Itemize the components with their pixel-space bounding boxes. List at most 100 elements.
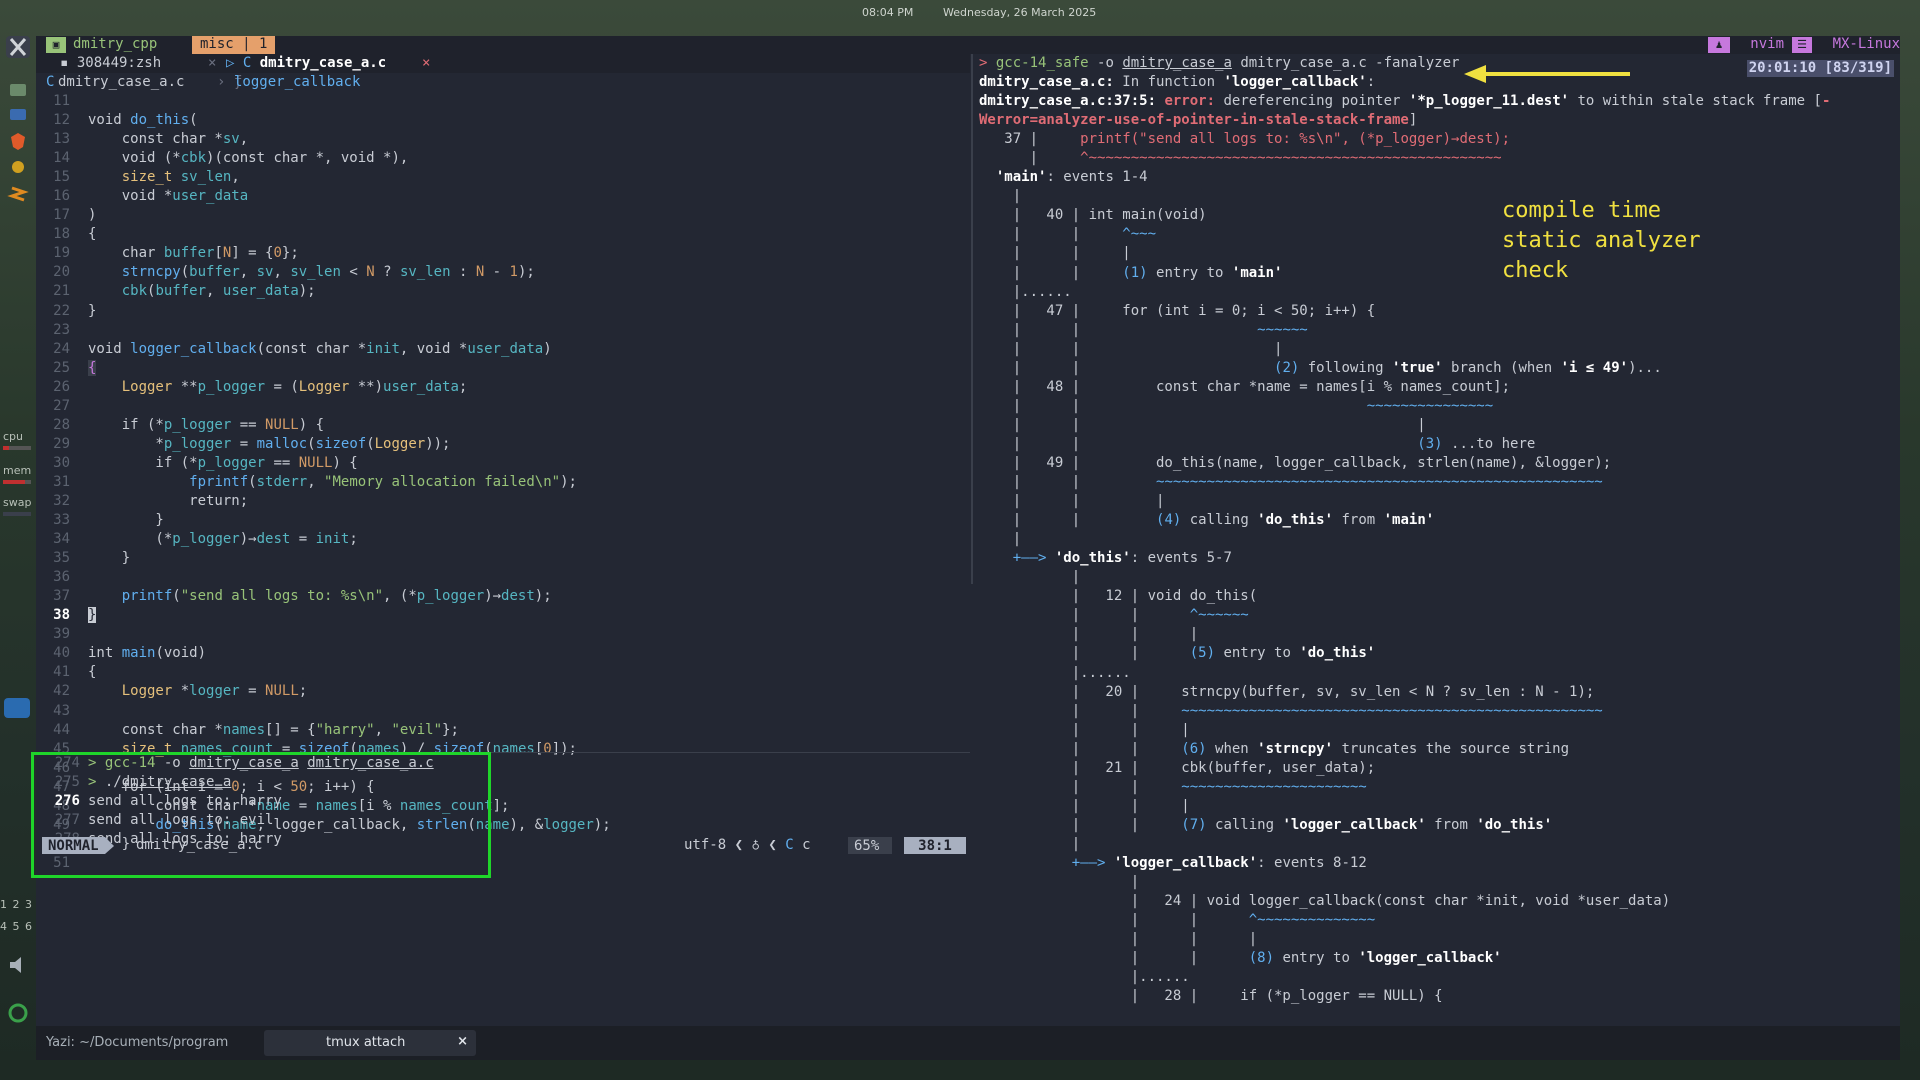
settings-icon[interactable] — [6, 156, 30, 178]
cpu-label: cpu — [3, 430, 24, 443]
line-number: 11 — [53, 93, 70, 109]
tmux-right-app: nvim — [1750, 36, 1784, 52]
line-number: 32 — [53, 492, 70, 509]
analyzer-pane[interactable]: compile time static analyzer check > gcc… — [979, 54, 1900, 1059]
line-number: 21 — [53, 283, 70, 300]
tab-zsh[interactable]: ▪ 308449:zsh — [60, 55, 161, 71]
line-number: 41 — [53, 664, 70, 681]
code-line[interactable]: 30 if (*p_logger == NULL) { — [36, 454, 970, 473]
code-line[interactable]: 37 printf("send all logs to: %s\n", (*p_… — [36, 587, 970, 606]
analyzer-line: | | ^~~~ — [979, 226, 1157, 243]
code-line[interactable]: 14 void (*cbk)(const char *, void *), — [36, 149, 970, 168]
folder-icon[interactable] — [6, 78, 30, 100]
code-text: void do_this( — [88, 112, 198, 129]
code-text: if (*p_logger == NULL) { — [88, 454, 358, 471]
line-number: 38 — [53, 607, 70, 624]
code-line[interactable]: 32 return; — [36, 492, 970, 511]
tmux-window-tab[interactable]: misc | 1 — [192, 36, 276, 54]
sublime-icon[interactable] — [6, 182, 30, 204]
code-text: int main(void) — [88, 645, 207, 662]
code-line[interactable]: 28 if (*p_logger == NULL) { — [36, 416, 970, 435]
encoding-label: utf-8 — [684, 837, 727, 853]
code-line[interactable]: 33 } — [36, 511, 970, 530]
code-line[interactable]: 40 int main(void) — [36, 644, 970, 663]
code-line[interactable]: 19 char buffer[N] = {0}; — [36, 244, 970, 263]
line-number: 22 — [53, 302, 70, 319]
vertical-separator — [971, 54, 973, 584]
person-icon: ♟ — [1708, 37, 1730, 53]
code-line[interactable]: 38} — [36, 606, 970, 625]
code-line[interactable]: 20 strncpy(buffer, sv, sv_len < N ? sv_l… — [36, 263, 970, 282]
code-line[interactable]: 44 const char *names[] = {"harry", "evil… — [36, 721, 970, 740]
code-line[interactable]: 39 — [36, 625, 970, 644]
analyzer-line: | | ~~~~~~ — [979, 321, 1308, 338]
code-editor[interactable]: 11 12 void do_this(13 const char *sv, 14 vo… — [36, 92, 970, 871]
analyzer-line: | 12 | void do_this( — [979, 588, 1258, 605]
code-line[interactable]: 34 (*p_logger)→dest = init; — [36, 530, 970, 549]
code-line[interactable]: 21 cbk(buffer, user_data); — [36, 282, 970, 301]
code-line[interactable]: 27 — [36, 397, 970, 416]
clock: 08:04 PM — [862, 6, 914, 19]
terminal-window: ▣ dmitry_cpp misc | 1 ♟ nvim ☰ MX-Linux … — [31, 36, 1900, 1059]
breadcrumb-file[interactable]: dmitry_case_a.c — [58, 74, 184, 90]
code-text: { — [88, 226, 97, 243]
line-number: 14 — [53, 150, 70, 167]
code-line[interactable]: 31 fprintf(stderr, "Memory allocation fa… — [36, 473, 970, 492]
analyzer-line: | — [979, 531, 1022, 548]
tab-zsh-close-icon[interactable]: × — [208, 55, 216, 71]
workspaces-row-1[interactable]: 1 2 3 — [0, 898, 33, 911]
code-line[interactable]: 22} — [36, 302, 970, 321]
line-number: 33 — [53, 512, 70, 529]
analyzer-line: | — [979, 569, 1081, 586]
code-line[interactable]: 15 size_t sv_len, — [36, 168, 970, 187]
code-line[interactable]: 24 void logger_callback(const char *init,… — [36, 340, 970, 359]
code-line[interactable]: 42 Logger *logger = NULL; — [36, 682, 970, 701]
update-icon[interactable] — [6, 1002, 30, 1024]
code-line[interactable]: 16 void *user_data — [36, 187, 970, 206]
taskbar-item-tmux[interactable]: tmux attach × — [264, 1030, 476, 1056]
code-line[interactable]: 26 Logger **p_logger = (Logger **)user_d… — [36, 378, 970, 397]
breadcrumb-function[interactable]: logger_callback — [234, 74, 360, 90]
analyzer-line: | | (1) entry to 'main' — [979, 264, 1283, 281]
analyzer-line: | 40 | int main(void) — [979, 207, 1207, 224]
analyzer-line: | | | — [979, 721, 1190, 738]
status-file: dmitry_case_a.c — [136, 837, 263, 853]
tab-source[interactable]: ▷ C dmitry_case_a.c — [226, 55, 386, 71]
line-number: 25 — [53, 359, 70, 376]
close-icon[interactable]: × — [457, 1034, 468, 1049]
workspaces-row-2[interactable]: 4 5 6 — [0, 920, 33, 933]
code-line[interactable]: 41 { — [36, 663, 970, 682]
monitor-icon[interactable] — [6, 104, 30, 126]
analyzer-line: |...... — [979, 664, 1131, 681]
code-line[interactable]: 17) — [36, 206, 970, 225]
line-number: 24 — [53, 340, 70, 357]
code-line[interactable]: 35 } — [36, 549, 970, 568]
brave-browser-icon[interactable] — [6, 130, 30, 152]
code-text: } — [88, 302, 97, 319]
code-line[interactable]: 43 — [36, 702, 970, 721]
swap-bar — [3, 512, 31, 516]
analyzer-line: 'main': events 1-4 — [995, 169, 1148, 186]
analyzer-line: 37 | printf("send all logs to: %s\n", (*… — [979, 131, 1511, 148]
line-number: 26 — [53, 378, 70, 395]
code-line[interactable]: 25 { — [36, 359, 970, 378]
code-text: fprintf(stderr, "Memory allocation faile… — [189, 473, 577, 490]
volume-icon[interactable] — [6, 954, 30, 976]
analyzer-line: | 24 | void logger_callback(const char *… — [979, 893, 1671, 910]
window-icon[interactable] — [4, 698, 30, 718]
taskbar-item-yazi[interactable]: Yazi: ~/Documents/program — [46, 1035, 256, 1050]
x-app-icon[interactable] — [6, 36, 30, 58]
code-line[interactable]: 13 const char *sv, — [36, 130, 970, 149]
code-line[interactable]: 11 — [36, 92, 970, 111]
code-text: *p_logger = malloc(sizeof(Logger)); — [88, 435, 451, 452]
tab-source-close-icon[interactable]: × — [422, 55, 430, 71]
code-line[interactable]: 18 { — [36, 225, 970, 244]
code-text: return; — [88, 492, 249, 509]
left-dock: cpu mem swap 1 2 3 4 5 6 — [0, 36, 36, 1036]
code-line[interactable]: 12 void do_this( — [36, 111, 970, 130]
code-line[interactable]: 36 — [36, 568, 970, 587]
code-line[interactable]: 29 *p_logger = malloc(sizeof(Logger)); — [36, 435, 970, 454]
analyzer-line: | | | — [979, 626, 1199, 643]
code-line[interactable]: 23 — [36, 321, 970, 340]
code-text: strncpy(buffer, sv, sv_len < N ? sv_len … — [121, 264, 535, 281]
